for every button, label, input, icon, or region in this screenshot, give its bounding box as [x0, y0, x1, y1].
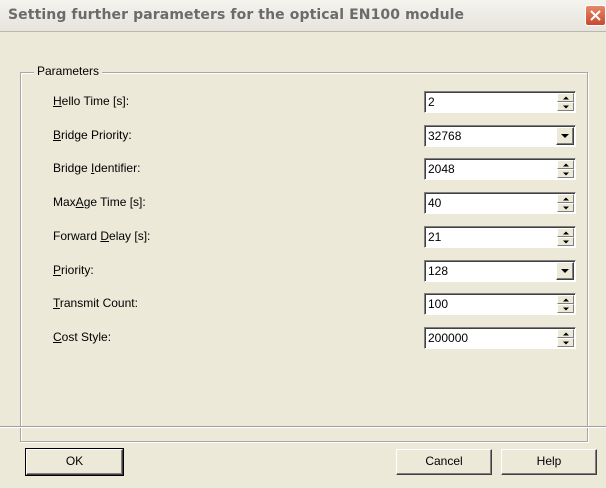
window-title: Setting further parameters for the optic…	[8, 7, 465, 23]
close-icon	[590, 10, 601, 21]
maxage-time-access-key: A	[75, 195, 84, 209]
bridge-identifier-value[interactable]: 2048	[428, 162, 455, 176]
bridge-priority-select[interactable]: 32768	[424, 125, 576, 147]
priority-label: Priority:	[53, 263, 94, 277]
arrow-up-icon	[563, 197, 569, 201]
cost-style-spinner[interactable]	[557, 329, 574, 347]
ok-button[interactable]: OK	[25, 448, 124, 476]
bridge-priority-dropdown-button[interactable]	[556, 127, 574, 145]
forward-delay-access-key: D	[100, 229, 110, 243]
spin-down-button[interactable]	[557, 237, 574, 246]
arrow-up-icon	[563, 96, 569, 100]
footer-separator-highlight	[0, 427, 606, 428]
bridge-identifier-spinner[interactable]	[557, 160, 574, 178]
hello-time-spinner[interactable]	[557, 93, 574, 111]
priority-access-key: P	[53, 263, 62, 277]
priority-dropdown-button[interactable]	[556, 262, 574, 280]
arrow-down-icon	[563, 105, 569, 109]
forward-delay-value[interactable]: 21	[428, 230, 441, 244]
parameters-group-title: Parameters	[34, 64, 103, 78]
arrow-up-icon	[563, 163, 569, 167]
arrow-up-icon	[563, 332, 569, 336]
transmit-count-access-key: T	[53, 296, 60, 310]
arrow-down-icon	[563, 341, 569, 345]
maxage-time-spin-field[interactable]: 40	[424, 192, 576, 214]
bridge-identifier-spin-field[interactable]: 2048	[424, 158, 576, 180]
forward-delay-label: Forward Delay [s]:	[53, 229, 150, 243]
arrow-down-icon	[563, 172, 569, 176]
spin-up-button[interactable]	[557, 93, 574, 102]
transmit-count-label-post: ransmit Count:	[59, 296, 138, 310]
maxage-time-spinner[interactable]	[557, 194, 574, 212]
spin-up-button[interactable]	[557, 194, 574, 203]
transmit-count-value[interactable]: 100	[428, 297, 448, 311]
cancel-button[interactable]: Cancel	[396, 449, 492, 475]
spin-up-button[interactable]	[557, 160, 574, 169]
bridge-identifier-label-post: dentifier:	[94, 161, 141, 175]
spin-down-button[interactable]	[557, 338, 574, 347]
bridge-identifier-label-pre: Bridge	[53, 161, 92, 175]
hello-time-value[interactable]: 2	[428, 95, 435, 109]
cost-style-value[interactable]: 200000	[428, 331, 468, 345]
bridge-priority-label-post: ridge Priority:	[61, 128, 132, 142]
arrow-up-icon	[563, 298, 569, 302]
priority-value[interactable]: 128	[428, 264, 448, 278]
spin-up-button[interactable]	[557, 228, 574, 237]
priority-select[interactable]: 128	[424, 260, 576, 282]
spin-down-button[interactable]	[557, 169, 574, 178]
hello-time-spin-field[interactable]: 2	[424, 91, 576, 113]
chevron-down-icon	[561, 269, 569, 273]
transmit-count-spin-field[interactable]: 100	[424, 293, 576, 315]
hello-time-label-post: ello Time [s]:	[61, 94, 130, 108]
arrow-down-icon	[563, 307, 569, 311]
arrow-up-icon	[563, 231, 569, 235]
cost-style-access-key: C	[53, 330, 62, 344]
title-bar[interactable]: Setting further parameters for the optic…	[0, 0, 606, 32]
maxage-time-label-post: ge Time [s]:	[83, 195, 146, 209]
transmit-count-spinner[interactable]	[557, 295, 574, 313]
close-button[interactable]	[585, 5, 606, 26]
bridge-priority-value[interactable]: 32768	[428, 129, 461, 143]
hello-time-access-key: H	[53, 94, 62, 108]
spin-up-button[interactable]	[557, 295, 574, 304]
cost-style-label: Cost Style:	[53, 330, 111, 344]
spin-down-button[interactable]	[557, 304, 574, 313]
bridge-priority-label: Bridge Priority:	[53, 128, 132, 142]
arrow-down-icon	[563, 240, 569, 244]
forward-delay-label-pre: Forward	[53, 229, 101, 243]
spin-down-button[interactable]	[557, 102, 574, 111]
dialog-client-area: Parameters Hello Time [s]: 2 Bridge Priori…	[0, 32, 606, 488]
chevron-down-icon	[561, 134, 569, 138]
cost-style-label-post: ost Style:	[61, 330, 112, 344]
maxage-time-value[interactable]: 40	[428, 196, 441, 210]
spin-down-button[interactable]	[557, 203, 574, 212]
forward-delay-label-post: elay [s]:	[109, 229, 151, 243]
forward-delay-spin-field[interactable]: 21	[424, 226, 576, 248]
cost-style-spin-field[interactable]: 200000	[424, 327, 576, 349]
bridge-identifier-label: Bridge Identifier:	[53, 161, 140, 175]
arrow-down-icon	[563, 206, 569, 210]
transmit-count-label: Transmit Count:	[53, 296, 138, 310]
bridge-priority-access-key: B	[53, 128, 62, 142]
hello-time-label: Hello Time [s]:	[53, 94, 129, 108]
forward-delay-spinner[interactable]	[557, 228, 574, 246]
maxage-time-label: MaxAge Time [s]:	[53, 195, 146, 209]
priority-label-post: riority:	[61, 263, 94, 277]
help-button[interactable]: Help	[501, 449, 597, 475]
spin-up-button[interactable]	[557, 329, 574, 338]
maxage-time-label-pre: Max	[53, 195, 76, 209]
